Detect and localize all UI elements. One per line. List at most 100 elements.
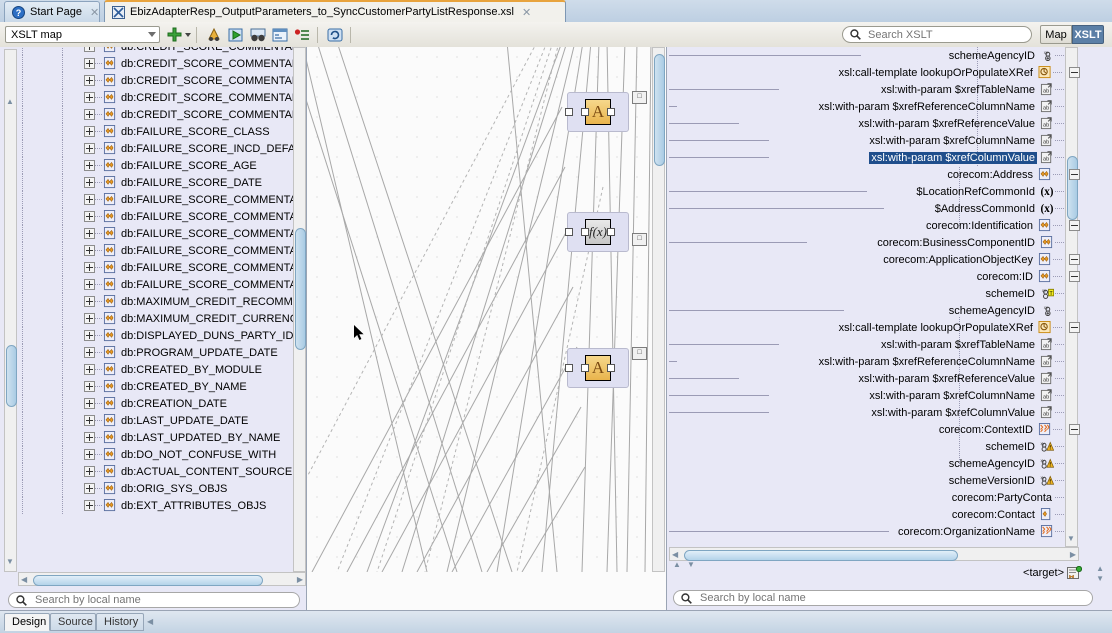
function-node[interactable]: f(x) □ (565, 212, 647, 252)
tree-item[interactable]: db:CREDIT_SCORE_COMMENTARY (18, 106, 299, 123)
tree-item[interactable]: db:PROGRAM_UPDATE_DATE (18, 344, 299, 361)
tree-item[interactable]: db:LAST_UPDATED_BY_NAME (18, 429, 299, 446)
tree-expand-icon[interactable] (84, 296, 95, 307)
tree-expand-icon[interactable] (84, 483, 95, 494)
target-tree-hscrollbar[interactable]: ◀ ▶ (669, 547, 1079, 561)
tree-item[interactable]: db:FAILURE_SCORE_COMMENTARY (18, 259, 299, 276)
target-tree-item[interactable]: corecom:ContextID (669, 421, 1084, 438)
target-tree-item[interactable]: schemeAgencyID xy (669, 455, 1084, 472)
target-tree-item[interactable]: xsl:with-param $xrefTableName ab (669, 81, 1084, 98)
tree-item[interactable]: db:FAILURE_SCORE_INCD_DEFAUL (18, 140, 299, 157)
source-outer-vscrollbar[interactable] (4, 49, 17, 572)
concat-node-1[interactable]: A □ (565, 91, 647, 132)
tree-collapse-icon[interactable] (1069, 424, 1080, 435)
node-collapse-toggle[interactable]: □ (632, 233, 647, 246)
tree-item[interactable]: db:FAILURE_SCORE_CLASS (18, 123, 299, 140)
tree-collapse-icon[interactable] (1069, 67, 1080, 78)
mapping-canvas[interactable]: A □ f(x) □ A □ (307, 47, 665, 572)
tree-expand-icon[interactable] (84, 398, 95, 409)
tree-item[interactable]: db:FAILURE_SCORE_COMMENTARY (18, 242, 299, 259)
target-scroll-up-icon[interactable]: ▲ (1096, 564, 1104, 573)
tree-expand-icon[interactable] (84, 364, 95, 375)
scroll-thumb[interactable] (684, 550, 958, 561)
target-tree-item[interactable]: schemeID xy T (669, 285, 1084, 302)
scroll-thumb[interactable] (6, 345, 17, 407)
target-tree-item[interactable]: corecom:ID (669, 268, 1084, 285)
tree-expand-icon[interactable] (84, 58, 95, 69)
target-tree-item[interactable]: corecom:OrganizationName (669, 523, 1084, 540)
tree-collapse-icon[interactable] (1069, 220, 1080, 231)
source-local-name-search[interactable] (8, 592, 300, 608)
tree-expand-icon[interactable] (84, 245, 95, 256)
test-button[interactable] (248, 25, 268, 45)
tree-item[interactable]: db:LAST_UPDATE_DATE (18, 412, 299, 429)
tree-item[interactable]: db:CREDIT_SCORE_COMMENTARY (18, 47, 299, 55)
target-tree-item[interactable]: xsl:with-param $xrefReferenceValue ab (669, 115, 1084, 132)
source-local-name-input[interactable] (33, 593, 272, 607)
tree-collapse-icon[interactable] (1069, 322, 1080, 333)
tree-expand-icon[interactable] (84, 381, 95, 392)
tree-item[interactable]: db:FAILURE_SCORE_DATE (18, 174, 299, 191)
scroll-up-icon[interactable]: ▲ (6, 97, 14, 106)
canvas-vscrollbar[interactable] (652, 47, 665, 572)
target-tree-item[interactable]: xsl:with-param $xrefReferenceColumnName a… (669, 353, 1084, 370)
refresh-button[interactable] (325, 25, 345, 45)
scroll-right-icon[interactable]: ▶ (297, 575, 303, 584)
tree-expand-icon[interactable] (84, 177, 95, 188)
view-toggle-xslt[interactable]: XSLT (1072, 25, 1104, 44)
target-tree-vscrollbar[interactable] (1065, 47, 1078, 547)
tree-expand-icon[interactable] (84, 432, 95, 443)
tree-item[interactable]: db:CREATED_BY_NAME (18, 378, 299, 395)
validate-button[interactable] (204, 25, 224, 45)
tab-source[interactable]: Source (50, 613, 96, 631)
target-tree-item[interactable]: schemeAgencyID xy (669, 302, 1084, 319)
tree-item[interactable]: db:CREDIT_SCORE_COMMENTARY (18, 89, 299, 106)
tree-expand-icon[interactable] (84, 279, 95, 290)
node-output-port[interactable] (607, 364, 615, 372)
tree-expand-icon[interactable] (84, 347, 95, 358)
scroll-thumb[interactable] (295, 228, 306, 350)
scroll-down-icon[interactable]: ▼ (6, 557, 14, 566)
tab-xsl-document[interactable]: EbizAdapterResp_OutputParameters_to_Sync… (104, 0, 566, 22)
target-tree-item[interactable]: xsl:with-param $xrefReferenceValue ab (669, 370, 1084, 387)
node-input-port[interactable] (581, 364, 589, 372)
tree-expand-icon[interactable] (84, 143, 95, 154)
target-tree-item[interactable]: corecom:Address (669, 166, 1084, 183)
node-input-port[interactable] (581, 108, 589, 116)
tab-start-page[interactable]: ? Start Page ✕ (4, 1, 100, 22)
target-tree-item[interactable]: xsl:with-param $xrefReferenceColumnName a… (669, 98, 1084, 115)
target-tree-item[interactable]: xsl:call-template lookupOrPopulateXRef (669, 64, 1084, 81)
scroll-down-icon[interactable]: ▼ (687, 560, 695, 569)
tree-collapse-icon[interactable] (1069, 271, 1080, 282)
node-output-port[interactable] (607, 108, 615, 116)
tree-expand-icon[interactable] (84, 47, 95, 52)
map-type-dropdown[interactable]: XSLT map (5, 26, 160, 43)
breakpoint-button[interactable] (292, 25, 312, 45)
scroll-down-icon[interactable]: ▼ (1067, 534, 1075, 543)
tree-expand-icon[interactable] (84, 160, 95, 171)
tree-item[interactable]: db:FAILURE_SCORE_COMMENTARY (18, 225, 299, 242)
target-tree-list[interactable]: schemeAgencyID xy xsl:call-template lookup… (669, 47, 1084, 547)
run-button[interactable] (226, 25, 246, 45)
target-tree-item[interactable]: $AddressCommonId (x) (669, 200, 1084, 217)
scroll-thumb[interactable] (33, 575, 263, 586)
tree-item[interactable]: db:CREATION_DATE (18, 395, 299, 412)
tree-expand-icon[interactable] (84, 330, 95, 341)
target-scroll-down-icon[interactable]: ▼ (1096, 574, 1104, 583)
source-tree-hscrollbar[interactable]: ◀ ▶ (18, 572, 306, 586)
add-component-button[interactable] (167, 27, 191, 42)
properties-button[interactable] (270, 25, 290, 45)
target-tree-item[interactable]: corecom:Contact (669, 506, 1084, 523)
target-tree-item[interactable]: schemeVersionID xy (669, 472, 1084, 489)
tab-overflow-icon[interactable]: ◀ (147, 617, 153, 626)
tree-expand-icon[interactable] (84, 92, 95, 103)
source-tree-vscrollbar[interactable] (293, 47, 306, 572)
tree-expand-icon[interactable] (84, 109, 95, 120)
target-tree-item[interactable]: schemeAgencyID xy (669, 47, 1084, 64)
scroll-left-icon[interactable]: ◀ (21, 575, 27, 584)
tree-item[interactable]: db:FAILURE_SCORE_AGE (18, 157, 299, 174)
tree-expand-icon[interactable] (84, 415, 95, 426)
node-collapse-toggle[interactable]: □ (632, 91, 647, 104)
tree-item[interactable]: db:ORIG_SYS_OBJS (18, 480, 299, 497)
target-tree-item[interactable]: corecom:ApplicationObjectKey (669, 251, 1084, 268)
